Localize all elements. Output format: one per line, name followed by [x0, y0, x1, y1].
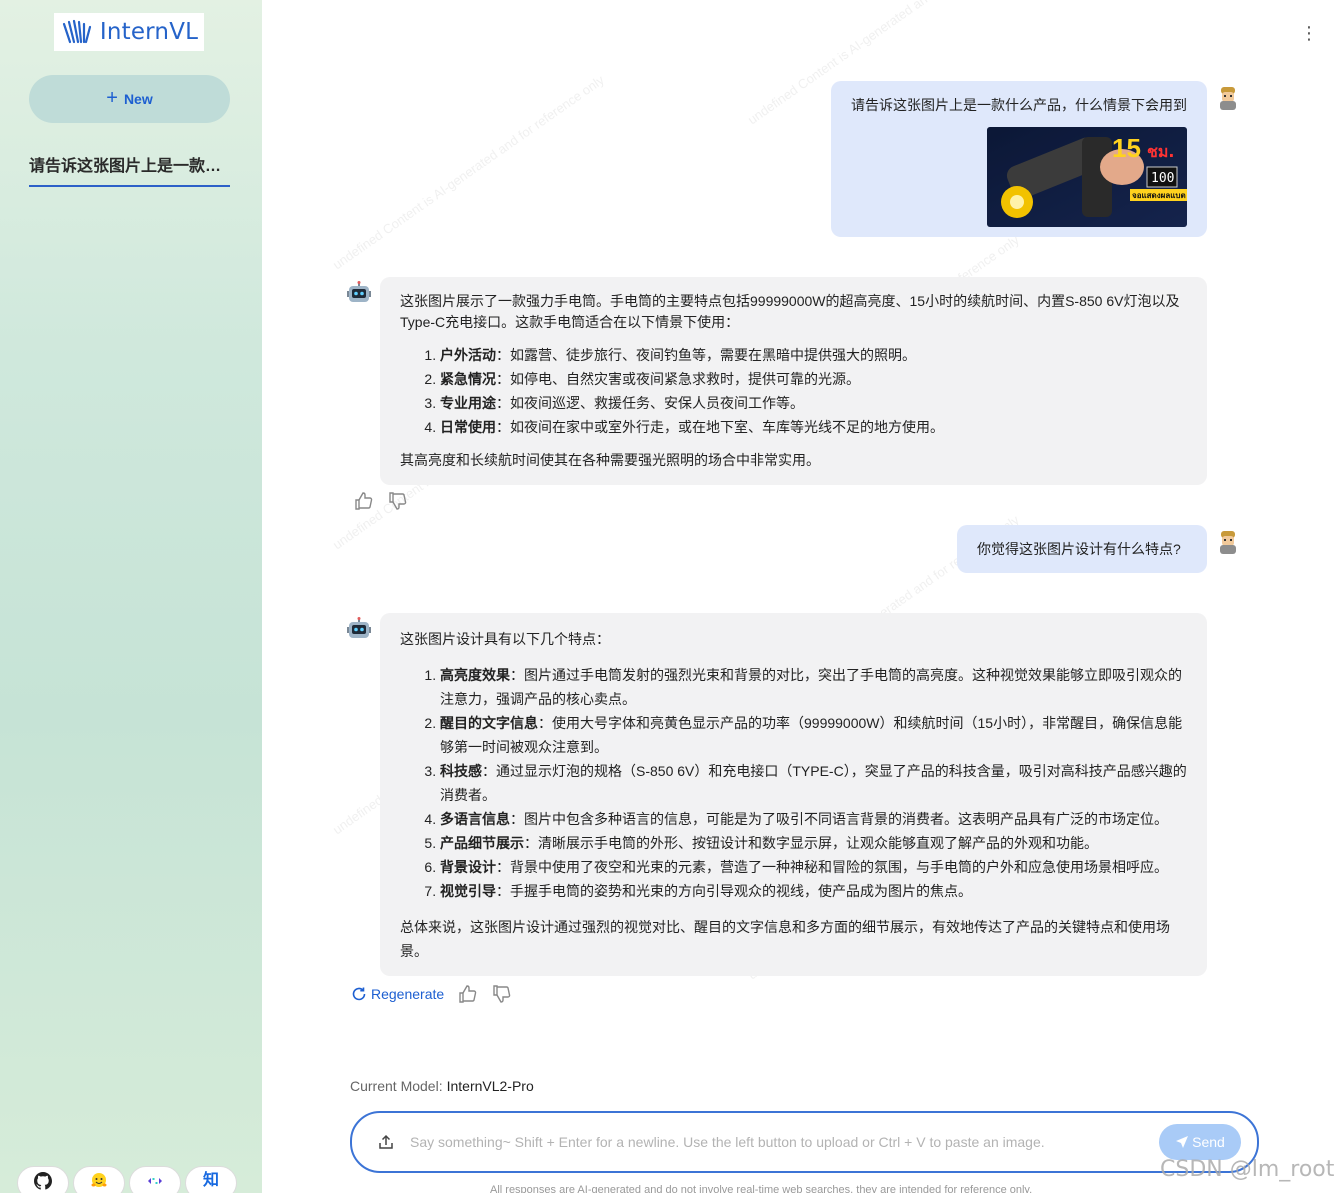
list-item: 产品细节展示：清晰展示手电筒的外形、按钮设计和数字显示屏，让观众能够直观了解产品…	[440, 831, 1187, 855]
list-item: 视觉引导：手握手电筒的姿势和光束的方向引导观众的视线，使产品成为图片的焦点。	[440, 879, 1187, 903]
modelscope-link[interactable]	[129, 1166, 181, 1193]
user-message-text: 你觉得这张图片设计有什么特点?	[977, 541, 1181, 557]
list-item: 专业用途：如夜间巡逻、救援任务、安保人员夜间工作等。	[440, 393, 1187, 414]
user-avatar-icon	[1220, 87, 1236, 110]
zhihu-icon: 知	[202, 1172, 219, 1189]
assistant-list: 户外活动：如露营、徒步旅行、夜间钓鱼等，需要在黑暗中提供强大的照明。 紧急情况：…	[440, 345, 1187, 438]
thumbs-up-icon[interactable]	[354, 491, 374, 511]
feedback-row	[354, 491, 408, 511]
current-model-value: InternVL2-Pro	[446, 1078, 534, 1094]
list-item: 日常使用：如夜间在家中或室外行走，或在地下室、车库等光线不足的地方使用。	[440, 417, 1187, 438]
image-big-number: 15	[1112, 133, 1141, 163]
github-icon	[34, 1172, 52, 1190]
assistant-intro: 这张图片设计具有以下几个特点：	[400, 631, 610, 647]
internvl-logo-icon	[62, 19, 91, 44]
regenerate-button[interactable]: Regenerate	[351, 986, 444, 1002]
disclaimer: All responses are AI-generated and do no…	[490, 1184, 1033, 1193]
user-message-text: 请告诉这张图片上是一款什么产品，什么情景下会用到	[851, 97, 1187, 113]
user-message: 请告诉这张图片上是一款什么产品，什么情景下会用到 15 ชม. 100 จอแส…	[831, 81, 1207, 237]
new-chat-button[interactable]: + New	[29, 75, 230, 123]
flashlight-product-image: 15 ชม. 100 จอแสดงผลแบต	[987, 127, 1187, 227]
list-item: 紧急情况：如停电、自然灾害或夜间紧急求救时，提供可靠的光源。	[440, 369, 1187, 390]
current-model: Current Model: InternVL2-Pro	[350, 1078, 534, 1094]
user-avatar-icon	[1220, 531, 1236, 554]
modelscope-icon	[148, 1178, 162, 1184]
footer-links: 知	[17, 1166, 237, 1193]
huggingface-icon	[91, 1173, 107, 1187]
list-item: 背景设计：背景中使用了夜空和光束的元素，营造了一种神秘和冒险的氛围，与手电筒的户…	[440, 855, 1187, 879]
user-message: 你觉得这张图片设计有什么特点?	[957, 525, 1207, 573]
assistant-message: 这张图片展示了一款强力手电筒。手电筒的主要特点包括99999000W的超高亮度、…	[380, 277, 1207, 485]
logo-text: InternVL	[99, 19, 199, 45]
thumbs-down-icon[interactable]	[492, 984, 512, 1004]
robot-icon	[347, 281, 371, 302]
huggingface-link[interactable]	[73, 1166, 125, 1193]
user-avatar	[1215, 85, 1241, 111]
csdn-watermark: CSDN @lm_root	[1160, 1157, 1335, 1182]
upload-icon[interactable]	[376, 1132, 396, 1152]
chat-input-box: Send	[350, 1111, 1259, 1173]
image-banner: จอแสดงผลแบต	[1132, 191, 1186, 200]
list-item: 多语言信息：图片中包含多种语言的信息，可能是为了吸引不同语言背景的消费者。这表明…	[440, 807, 1187, 831]
uploaded-image[interactable]: 15 ชม. 100 จอแสดงผลแบต	[987, 127, 1187, 227]
history-item[interactable]: 请告诉这张图片上是一款什么产品，什么情景下会用到	[29, 155, 230, 187]
image-display-value: 100	[1151, 171, 1174, 186]
list-item: 科技感：通过显示灯泡的规格（S-850 6V）和充电接口（TYPE-C），突显了…	[440, 759, 1187, 807]
thumbs-down-icon[interactable]	[388, 491, 408, 511]
sidebar: InternVL + New 请告诉这张图片上是一款什么产品，什么情景下会用到	[0, 0, 262, 1193]
send-label: Send	[1192, 1134, 1225, 1150]
assistant-message: 这张图片设计具有以下几个特点： 高亮度效果：图片通过手电筒发射的强烈光束和背景的…	[380, 613, 1207, 976]
assistant-outro: 其高亮度和长续航时间使其在各种需要强光照明的场合中非常实用。	[400, 452, 820, 468]
list-item: 醒目的文字信息：使用大号字体和亮黄色显示产品的功率（99999000W）和续航时…	[440, 711, 1187, 759]
app-logo[interactable]: InternVL	[54, 13, 204, 51]
list-item: 高亮度效果：图片通过手电筒发射的强烈光束和背景的对比，突出了手电筒的高亮度。这种…	[440, 663, 1187, 711]
robot-icon	[347, 617, 371, 638]
more-options-icon[interactable]: ⋮	[1300, 24, 1318, 42]
chat-input[interactable]	[410, 1134, 1159, 1150]
assistant-intro: 这张图片展示了一款强力手电筒。手电筒的主要特点包括99999000W的超高亮度、…	[400, 293, 1180, 330]
github-link[interactable]	[17, 1166, 69, 1193]
feedback-row: Regenerate	[351, 984, 512, 1004]
refresh-icon	[352, 987, 366, 1001]
bot-avatar	[346, 617, 372, 643]
watermark: undefined Content is AI-generated and fo…	[330, 72, 607, 273]
thumbs-up-icon[interactable]	[458, 984, 478, 1004]
send-button[interactable]: Send	[1159, 1124, 1241, 1160]
current-model-label: Current Model:	[350, 1078, 443, 1094]
assistant-list: 高亮度效果：图片通过手电筒发射的强烈光束和背景的对比，突出了手电筒的高亮度。这种…	[440, 663, 1187, 903]
new-chat-label: New	[123, 91, 153, 107]
regenerate-label: Regenerate	[371, 986, 445, 1002]
user-avatar	[1215, 529, 1241, 555]
assistant-outro: 总体来说，这张图片设计通过强烈的视觉对比、醒目的文字信息和多方面的细节展示，有效…	[400, 919, 1170, 959]
plus-icon: +	[106, 87, 118, 109]
send-icon	[1176, 1136, 1189, 1148]
zhihu-link[interactable]: 知	[185, 1166, 237, 1193]
image-unit: ชม.	[1147, 142, 1174, 161]
bot-avatar	[346, 281, 372, 307]
list-item: 户外活动：如露营、徒步旅行、夜间钓鱼等，需要在黑暗中提供强大的照明。	[440, 345, 1187, 366]
